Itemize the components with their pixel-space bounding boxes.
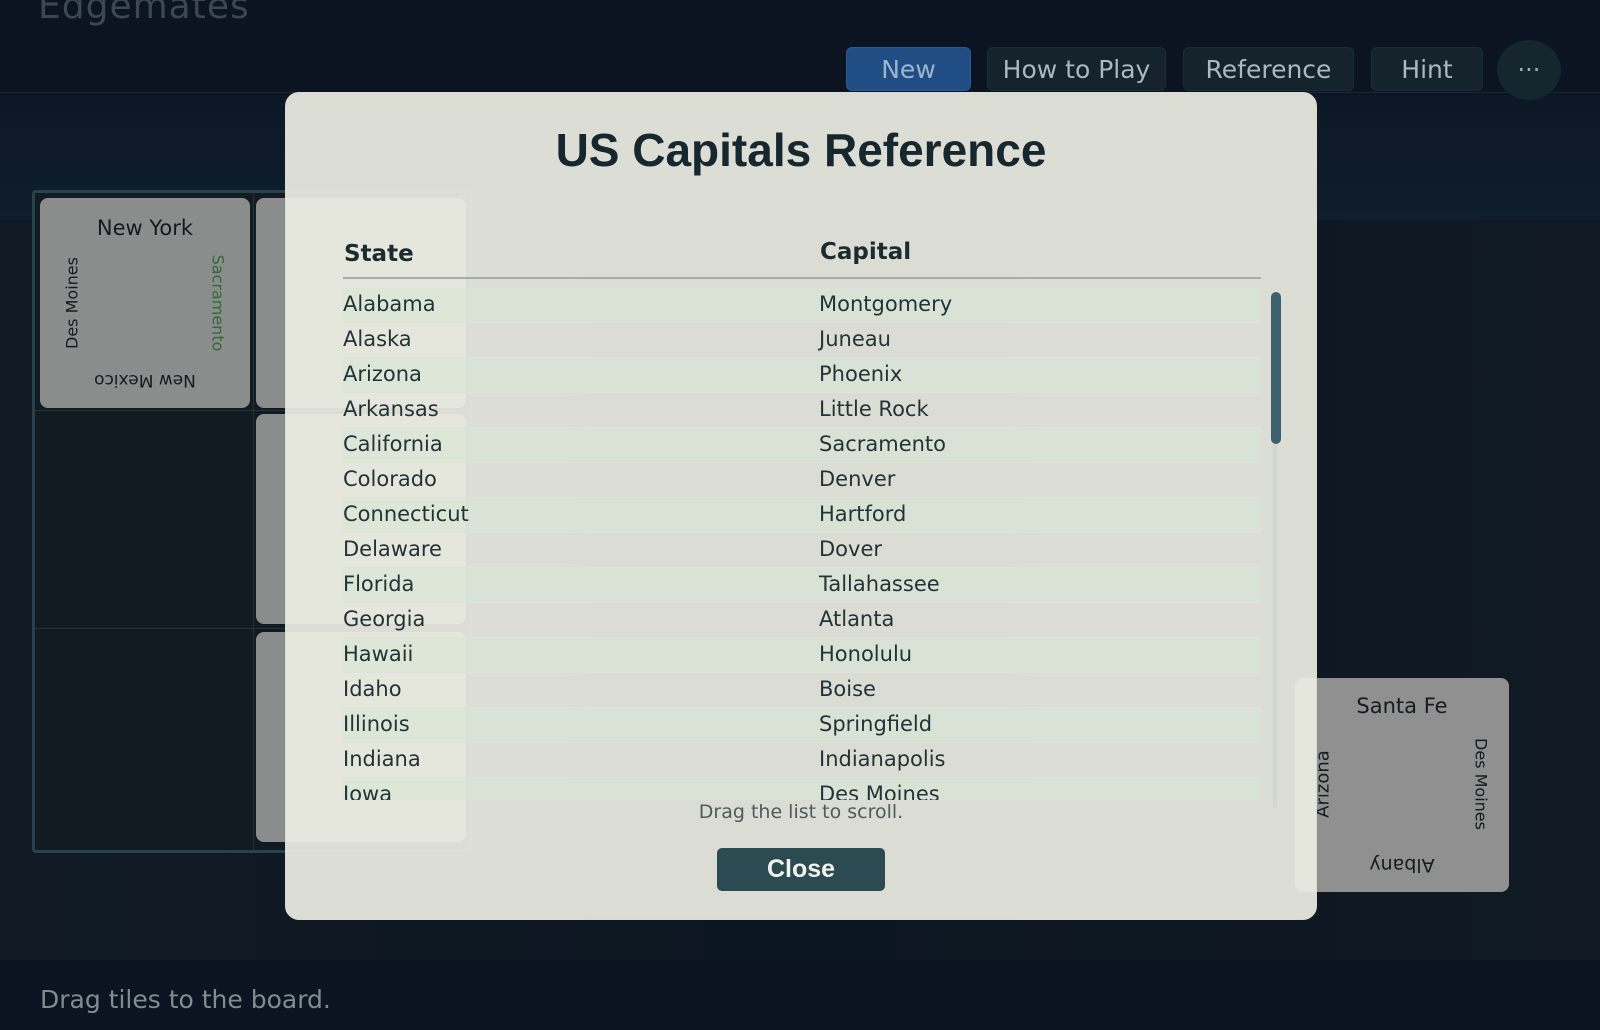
state-cell: Delaware: [343, 537, 442, 561]
state-cell: Idaho: [343, 677, 402, 701]
state-cell: Alabama: [343, 292, 436, 316]
how-to-play-button[interactable]: How to Play: [987, 47, 1166, 91]
table-row: California Sacramento: [343, 428, 1261, 463]
reference-button[interactable]: Reference: [1183, 47, 1354, 91]
capital-cell: Sacramento: [819, 432, 947, 456]
more-options-button[interactable]: ···: [1497, 40, 1561, 100]
table-row: Iowa Des Moines: [343, 778, 1261, 800]
table-row: Alabama Montgomery: [343, 288, 1261, 323]
state-cell: Hawaii: [343, 642, 414, 666]
tile-edge-left: Des Moines: [62, 257, 82, 349]
capital-cell: Hartford: [819, 502, 907, 526]
table-row: Colorado Denver: [343, 463, 1261, 498]
table-row: Arizona Phoenix: [343, 358, 1261, 393]
tile-edge-right: Sacramento: [208, 254, 228, 352]
capital-cell: Tallahassee: [819, 572, 940, 596]
list-scrollbar-thumb[interactable]: [1271, 292, 1281, 444]
capital-cell: Montgomery: [819, 292, 953, 316]
state-cell: Iowa: [343, 782, 393, 800]
state-cell: Alaska: [343, 327, 412, 351]
table-row: Florida Tallahassee: [343, 568, 1261, 603]
status-message: Drag tiles to the board.: [40, 985, 331, 1014]
new-game-button[interactable]: New: [846, 47, 971, 91]
tile-edge-top: New York: [96, 216, 194, 240]
capital-cell: Boise: [819, 677, 876, 701]
table-row: Hawaii Honolulu: [343, 638, 1261, 673]
tile-edge-right: Des Moines: [1471, 738, 1491, 830]
state-cell: Colorado: [343, 467, 437, 491]
capital-cell: Juneau: [819, 327, 891, 351]
state-cell: Connecticut: [343, 502, 469, 526]
tray-tile-santa-fe[interactable]: Santa Fe Arizona Des Moines Albany: [1295, 678, 1509, 892]
capital-cell: Dover: [819, 537, 882, 561]
hint-button[interactable]: Hint: [1371, 47, 1483, 91]
reference-dialog: US Capitals Reference State Capital Alab…: [285, 92, 1317, 920]
table-row: Georgia Atlanta: [343, 603, 1261, 638]
table-row: Delaware Dover: [343, 533, 1261, 568]
board-tile-new-york[interactable]: New York Des Moines Sacramento New Mexic…: [40, 198, 250, 408]
state-cell: Arkansas: [343, 397, 439, 421]
table-row: Alaska Juneau: [343, 323, 1261, 358]
close-button[interactable]: Close: [717, 848, 885, 891]
tile-edge-bottom: Albany: [1369, 854, 1435, 876]
capital-cell: Des Moines: [819, 782, 940, 800]
capital-cell: Atlanta: [819, 607, 895, 631]
state-cell: Arizona: [343, 362, 422, 386]
state-cell: Georgia: [343, 607, 426, 631]
table-row: Arkansas Little Rock: [343, 393, 1261, 428]
table-row: Idaho Boise: [343, 673, 1261, 708]
state-cell: Florida: [343, 572, 415, 596]
grid-line: [253, 193, 254, 850]
table-row: Connecticut Hartford: [343, 498, 1261, 533]
capital-cell: Denver: [819, 467, 896, 491]
capitals-list[interactable]: Alabama Montgomery Alaska Juneau Arizona Ph…: [343, 288, 1261, 800]
capital-cell: Springfield: [819, 712, 933, 736]
dialog-title: US Capitals Reference: [555, 124, 1047, 176]
tile-edge-top: Santa Fe: [1356, 694, 1448, 718]
table-row: Illinois Springfield: [343, 708, 1261, 743]
capital-column-header: Capital: [820, 239, 912, 265]
capital-cell: Phoenix: [819, 362, 903, 386]
capital-cell: Indianapolis: [819, 747, 946, 771]
table-row: Indiana Indianapolis: [343, 743, 1261, 778]
more-icon: ···: [1517, 56, 1541, 84]
tile-edge-bottom: New Mexico: [94, 370, 196, 390]
state-cell: California: [343, 432, 443, 456]
state-column-header: State: [344, 241, 414, 267]
capital-cell: Honolulu: [819, 642, 913, 666]
scroll-hint: Drag the list to scroll.: [698, 801, 904, 823]
state-cell: Illinois: [343, 712, 410, 736]
capital-cell: Little Rock: [819, 397, 929, 421]
header-divider: [343, 277, 1261, 279]
state-cell: Indiana: [343, 747, 421, 771]
app-title: Edgemates: [38, 0, 250, 27]
